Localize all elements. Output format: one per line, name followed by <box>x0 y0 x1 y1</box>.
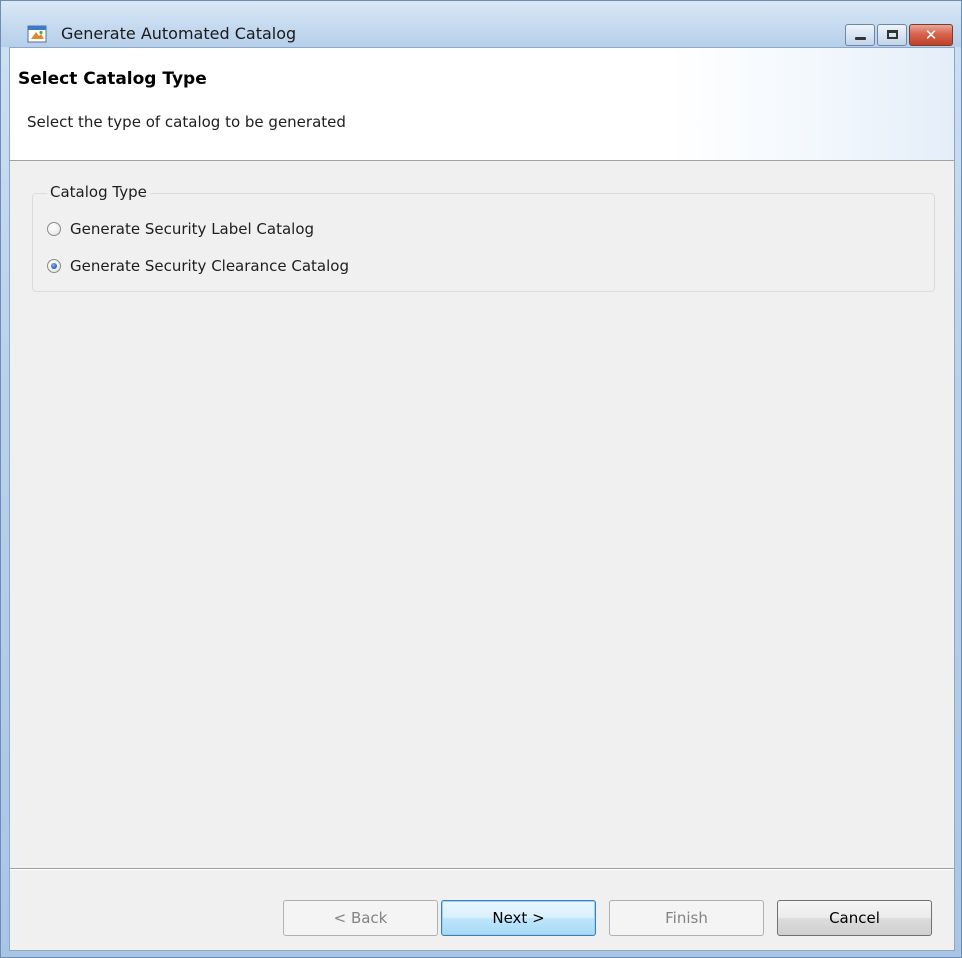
maximize-button[interactable] <box>877 24 907 46</box>
back-button[interactable]: < Back <box>283 900 438 936</box>
close-button[interactable]: ✕ <box>909 24 953 46</box>
window-title: Generate Automated Catalog <box>61 24 297 43</box>
option-security-clearance-catalog[interactable]: Generate Security Clearance Catalog <box>47 257 349 275</box>
page-description: Select the type of catalog to be generat… <box>27 113 346 131</box>
title-bar[interactable]: Generate Automated Catalog ✕ <box>1 1 961 47</box>
minimize-button[interactable] <box>845 24 875 46</box>
next-button[interactable]: Next > <box>441 900 596 936</box>
catalog-app-icon <box>27 25 47 43</box>
catalog-type-group: Catalog Type Generate Security Label Cat… <box>32 183 935 292</box>
catalog-type-legend: Catalog Type <box>47 183 150 201</box>
wizard-header: Select Catalog Type Select the type of c… <box>10 48 954 161</box>
minimize-icon <box>855 37 866 40</box>
footer-divider <box>10 868 954 870</box>
wizard-window: Generate Automated Catalog ✕ Select Cata… <box>0 0 962 958</box>
radio-button[interactable] <box>47 222 61 236</box>
maximize-icon <box>887 30 898 39</box>
cancel-button[interactable]: Cancel <box>777 900 932 936</box>
caption-buttons: ✕ <box>843 24 953 46</box>
page-title: Select Catalog Type <box>18 69 207 89</box>
radio-label: Generate Security Clearance Catalog <box>70 257 349 275</box>
radio-label: Generate Security Label Catalog <box>70 220 315 238</box>
close-icon: ✕ <box>924 26 938 44</box>
wizard-client-area: Select Catalog Type Select the type of c… <box>9 47 955 951</box>
option-security-label-catalog[interactable]: Generate Security Label Catalog <box>47 220 314 238</box>
finish-button[interactable]: Finish <box>609 900 764 936</box>
radio-button-selected[interactable] <box>47 259 61 273</box>
